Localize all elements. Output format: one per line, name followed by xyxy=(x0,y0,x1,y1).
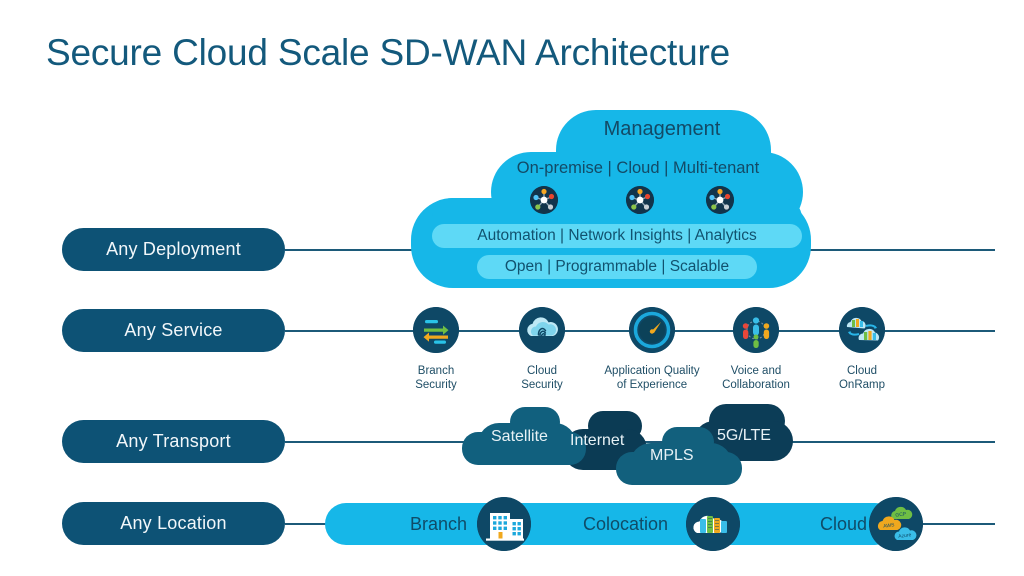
service-label-app-quality: Application Quality of Experience xyxy=(592,365,712,392)
management-pill-automation: Automation | Network Insights | Analytic… xyxy=(432,224,802,248)
service-label-branch-security: Branch Security xyxy=(396,365,476,392)
service-label-line2: of Experience xyxy=(616,378,688,391)
row-pill-label: Any Deployment xyxy=(106,239,241,259)
service-label-line1: Branch xyxy=(417,365,455,377)
transport-label-satellite: Satellite xyxy=(491,428,548,445)
row-line-transport xyxy=(285,441,995,443)
network-node-icon xyxy=(530,186,558,214)
service-label-line1: Application Quality xyxy=(604,365,700,377)
service-label-line2: OnRamp xyxy=(838,378,886,391)
service-label-cloud-security: Cloud Security xyxy=(502,365,582,392)
office-building-icon xyxy=(477,497,531,551)
row-pill-label: Any Transport xyxy=(116,431,231,451)
service-label-cloud-onramp: Cloud OnRamp xyxy=(822,365,902,392)
service-label-line2: Security xyxy=(521,378,563,391)
location-label-cloud: Cloud xyxy=(820,514,868,534)
network-node-icon xyxy=(706,186,734,214)
transport-label-internet: Internet xyxy=(570,432,625,449)
slide-canvas: Secure Cloud Scale SD-WAN Architecture M… xyxy=(0,0,1024,576)
cloud-onramp-icon xyxy=(839,307,885,353)
branch-security-icon xyxy=(413,307,459,353)
transport-label-5glte: 5G/LTE xyxy=(717,427,771,444)
row-pill-any-deployment[interactable]: Any Deployment xyxy=(62,228,285,271)
public-cloud-icon: GCP AWS Azure xyxy=(869,497,923,551)
service-label-voice-collab: Voice and Collaboration xyxy=(706,365,806,392)
app-quality-icon xyxy=(629,307,675,353)
network-node-icon xyxy=(626,186,654,214)
row-pill-any-service[interactable]: Any Service xyxy=(62,309,285,352)
row-pill-label: Any Service xyxy=(124,320,223,340)
transport-clouds-shape xyxy=(462,404,793,485)
location-label-branch: Branch xyxy=(410,514,468,534)
service-label-line1: Voice and xyxy=(730,365,782,377)
management-cloud-shape xyxy=(411,110,811,288)
service-label-line1: Cloud xyxy=(526,365,558,377)
row-pill-label: Any Location xyxy=(120,513,227,533)
service-label-line2: Collaboration xyxy=(722,378,790,391)
service-label-line2: Security xyxy=(415,378,457,391)
datacenter-cloud-icon xyxy=(686,497,740,551)
location-label-colocation: Colocation xyxy=(583,514,669,534)
service-label-line1: Cloud xyxy=(846,365,878,377)
row-line-deployment xyxy=(285,249,995,251)
management-pill-open: Open | Programmable | Scalable xyxy=(477,255,757,279)
management-title: Management xyxy=(603,118,721,140)
row-pill-any-transport[interactable]: Any Transport xyxy=(62,420,285,463)
management-subtitle: On-premise | Cloud | Multi-tenant xyxy=(516,159,760,177)
cloud-security-icon xyxy=(519,307,565,353)
voice-collab-icon xyxy=(733,307,779,353)
page-title: Secure Cloud Scale SD-WAN Architecture xyxy=(46,32,731,73)
transport-label-mpls: MPLS xyxy=(650,447,694,464)
row-pill-any-location[interactable]: Any Location xyxy=(62,502,285,545)
